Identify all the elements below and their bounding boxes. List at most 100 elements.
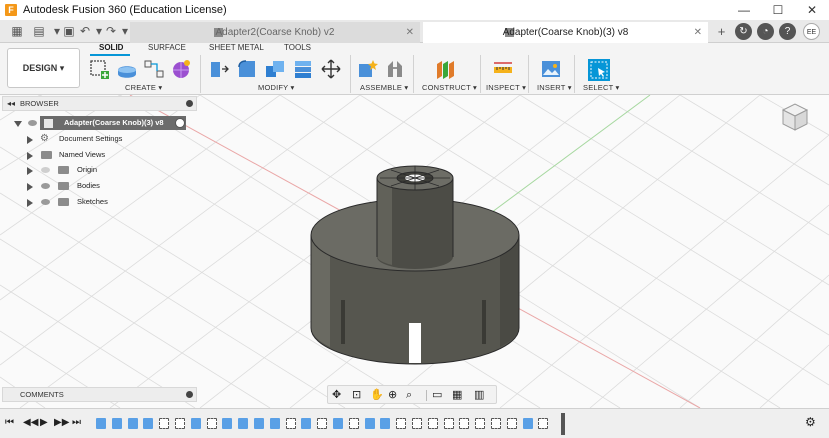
timeline-feature-icon[interactable] [364,418,375,429]
create-derive-icon[interactable] [143,58,165,80]
timeline-settings-gear-icon[interactable]: ⚙ [805,415,819,429]
close-tab-icon[interactable]: ✕ [694,22,702,43]
timeline-feature-icon[interactable] [333,418,343,429]
timeline-sketch-icon[interactable] [159,418,170,429]
go-to-start-icon[interactable]: ⏮ [5,417,19,431]
timeline-feature-icon[interactable] [143,418,154,429]
timeline-feature-icon[interactable] [238,418,249,429]
tree-item-sketches[interactable]: Sketches [2,195,197,209]
create-sketch-icon[interactable] [89,58,111,80]
tab-surface[interactable]: SURFACE [148,43,186,52]
new-tab-icon[interactable]: + [713,23,730,40]
timeline-sketch-icon[interactable] [506,418,517,429]
document-tab-adapter[interactable]: Adapter(Coarse Knob)(3) v8 ✕ [423,22,708,43]
visibility-eye-icon[interactable] [41,199,50,205]
new-component-icon[interactable] [356,58,378,80]
timeline-sketch-icon[interactable] [285,418,296,429]
tab-solid[interactable]: SOLID [99,43,123,52]
press-pull-icon[interactable] [208,58,230,80]
assemble-group-label[interactable]: ASSEMBLE ▾ [360,83,408,92]
timeline-sketch-icon[interactable] [348,418,359,429]
visibility-eye-icon[interactable] [41,183,50,189]
timeline-feature-icon[interactable] [269,418,280,429]
create-insert-mesh-icon[interactable] [170,58,192,80]
timeline-sketch-icon[interactable] [412,418,422,429]
timeline-sketch-icon[interactable] [396,418,407,429]
tree-item-origin[interactable]: Origin [2,163,197,177]
timeline-sketch-icon[interactable] [459,418,470,429]
timeline-feature-icon[interactable] [301,418,312,429]
view-cube[interactable] [781,103,809,131]
timeline-feature-icon[interactable] [254,418,264,429]
insert-image-icon[interactable] [540,58,562,80]
go-to-end-icon[interactable]: ⏭ [72,417,86,431]
timeline-feature-icon[interactable] [522,418,533,429]
step-forward-icon[interactable]: ▶▶ [54,417,69,431]
job-status-icon[interactable]: ↻ [735,23,752,40]
expand-arrow-icon[interactable] [27,167,33,175]
timeline-sketch-icon[interactable] [317,418,328,429]
document-tab-adapter2[interactable]: Adapter2(Coarse Knob) v2 ✕ [130,22,420,43]
timeline-sketch-icon[interactable] [538,418,549,429]
collapse-panel-icon[interactable]: ◂◂ [7,97,15,110]
timeline-feature-icon[interactable] [127,418,138,429]
fit-icon[interactable]: ⌕ [406,389,418,401]
inspect-group-label[interactable]: INSPECT ▾ [486,83,526,92]
expand-arrow-icon[interactable] [27,183,33,191]
tab-sheet-metal[interactable]: SHEET METAL [209,43,264,52]
select-icon[interactable] [587,58,611,82]
timeline-feature-icon[interactable] [96,418,106,429]
tree-item-document-settings[interactable]: ⚙ Document Settings [2,132,197,146]
user-avatar[interactable]: EE [803,23,820,40]
zoom-icon[interactable]: ⊕ [388,389,400,401]
close-window-button[interactable]: ✕ [795,0,829,20]
tab-tools[interactable]: TOOLS [284,43,311,52]
tree-root[interactable]: Adapter(Coarse Knob)(3) v8 [2,116,197,130]
notifications-icon[interactable]: ◔ [757,23,774,40]
help-icon[interactable]: ? [779,23,796,40]
visibility-eye-icon[interactable] [28,120,37,126]
move-copy-icon[interactable] [320,58,342,80]
timeline-sketch-icon[interactable] [427,418,438,429]
construct-group-label[interactable]: CONSTRUCT ▾ [422,83,477,92]
shell-icon[interactable] [292,58,314,80]
modify-group-label[interactable]: MODIFY ▾ [258,83,294,92]
viewports-icon[interactable]: ▥ [474,389,486,401]
select-group-label[interactable]: SELECT ▾ [583,83,620,92]
look-at-icon[interactable]: ⊡ [352,389,364,401]
timeline-sketch-icon[interactable] [443,418,454,429]
pin-panel-icon[interactable] [186,100,193,107]
add-comment-icon[interactable] [186,391,193,398]
minimize-button[interactable]: — [727,0,761,20]
collapse-arrow-icon[interactable] [14,121,22,127]
grid-settings-icon[interactable]: ▦ [452,389,464,401]
active-component-icon[interactable] [175,118,185,128]
timeline-sketch-icon[interactable] [475,418,486,429]
step-back-icon[interactable]: ◀◀ [23,417,38,431]
play-icon[interactable]: ▶ [40,417,54,431]
hidden-eye-icon[interactable] [41,167,50,173]
browser-header[interactable]: ◂◂ BROWSER [2,96,197,111]
maximize-button[interactable]: ☐ [761,0,795,20]
workspace-switcher[interactable]: DESIGN ▾ [7,48,80,88]
tree-item-named-views[interactable]: Named Views [2,148,197,162]
adapter-model[interactable] [310,165,520,365]
timeline-feature-icon[interactable] [222,418,233,429]
insert-group-label[interactable]: INSERT ▾ [537,83,572,92]
timeline-marker[interactable] [561,413,565,435]
offset-plane-icon[interactable] [434,58,456,80]
tree-item-bodies[interactable]: Bodies [2,179,197,193]
display-settings-icon[interactable]: ▭ [432,389,444,401]
grid-menu-icon[interactable]: ▦ [8,20,26,43]
timeline-feature-icon[interactable] [380,418,391,429]
orbit-icon[interactable]: ✥ [332,389,344,401]
expand-arrow-icon[interactable] [27,152,33,160]
expand-arrow-icon[interactable] [27,199,33,207]
timeline-sketch-icon[interactable] [175,418,185,429]
timeline-sketch-icon[interactable] [491,418,501,429]
measure-icon[interactable] [492,58,514,80]
expand-arrow-icon[interactable] [27,136,33,144]
file-menu-icon[interactable]: ▤ [30,20,48,43]
create-form-icon[interactable] [116,58,138,80]
close-tab-icon[interactable]: ✕ [406,22,414,43]
